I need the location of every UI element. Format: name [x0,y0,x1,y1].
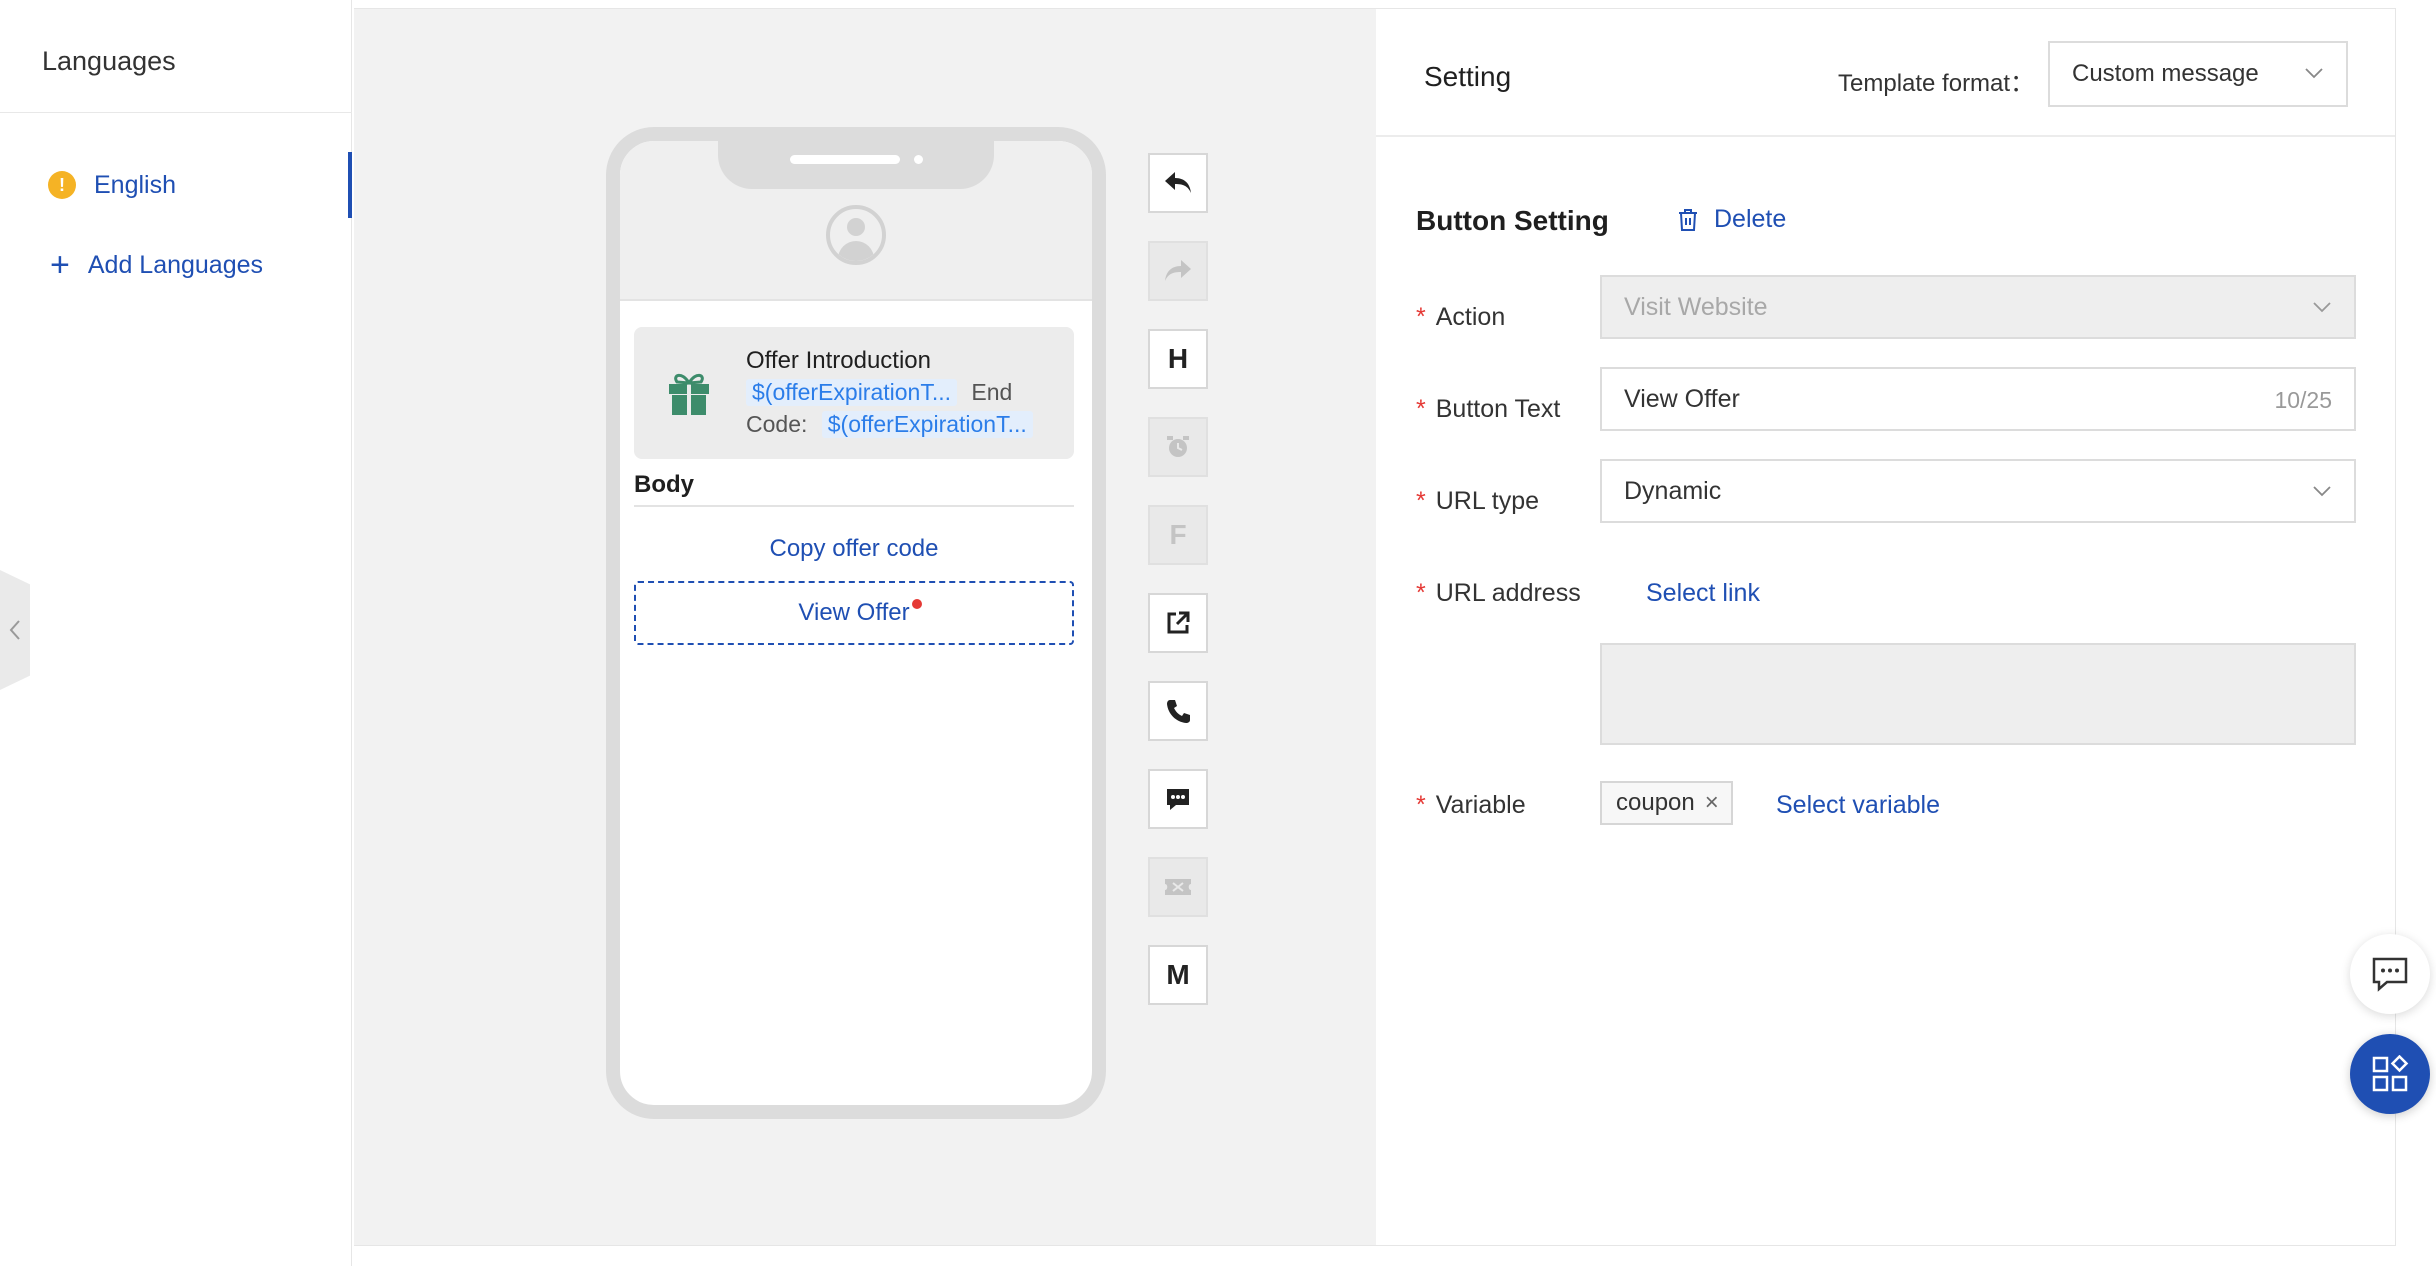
apps-icon [2372,1055,2409,1092]
plus-icon: + [50,246,70,284]
media-icon: M [1166,959,1190,990]
settings-header: Setting Template format： Custom message [1376,9,2395,137]
variable-chip: $(offerExpirationT... [746,379,958,406]
offer-title: Offer Introduction [746,347,931,374]
avatar-icon [826,205,886,265]
footer-button[interactable]: F [1148,505,1208,565]
variable-tag: coupon × [1600,781,1733,825]
chevron-down-icon [2305,68,2323,79]
coupon-button[interactable] [1148,857,1208,917]
offer-end-text: End [971,379,1013,405]
alarm-button[interactable] [1148,417,1208,477]
quick-reply-button[interactable] [1148,769,1208,829]
required-mark: * [1416,791,1426,819]
language-item-english[interactable]: ! English [0,152,352,218]
quick-reply-icon [1167,789,1189,810]
char-counter: 10/25 [2274,387,2332,413]
reply-icon [1165,172,1191,193]
variable-chip: $(offerExpirationT... [821,411,1033,438]
phone-header [620,141,1092,301]
error-dot [912,599,922,609]
url-type-value: Dynamic [1624,476,1722,505]
chevron-down-icon [2313,486,2331,497]
url-type-label: * URL type [1416,487,1540,515]
action-label: * Action [1416,303,1506,331]
external-link-icon [1167,611,1190,634]
offer-expiration-line: $(offerExpirationT... End [746,379,1012,406]
offer-card[interactable]: Offer Introduction $(offerExpirationT...… [634,327,1074,459]
collapse-panel-tab[interactable] [0,570,30,690]
button-text-label: * Button Text [1416,395,1561,423]
phone-mockup: Offer Introduction $(offerExpirationT...… [606,127,1106,1119]
languages-panel: Languages ! English + Add Languages [0,0,352,1266]
button-setting-title: Button Setting [1416,205,1609,236]
add-languages-button[interactable]: + Add Languages [50,248,263,282]
header-button[interactable]: H [1148,329,1208,389]
header-icon: H [1167,343,1189,374]
language-item-label: English [94,170,176,199]
forward-button[interactable] [1148,241,1208,301]
close-icon[interactable]: × [1705,789,1719,817]
delete-button[interactable]: Delete [1678,205,1786,234]
url-address-label: * URL address [1416,579,1581,607]
required-mark: * [1416,487,1426,515]
body-label: Body [634,471,694,498]
view-offer-label: View Offer [798,599,910,626]
apps-button[interactable] [2350,1034,2430,1114]
url-address-field[interactable] [1600,643,2356,745]
action-select[interactable]: Visit Website [1600,275,2356,339]
footer-icon: F [1169,519,1187,550]
button-text-value: View Offer [1624,384,1740,413]
required-mark: * [1416,579,1426,607]
required-mark: * [1416,303,1426,331]
select-variable-button[interactable]: Select variable [1776,791,1940,820]
view-offer-button[interactable]: View Offer [634,581,1074,645]
url-type-select[interactable]: Dynamic [1600,459,2356,523]
forward-icon [1165,260,1191,281]
offer-code-text: Code: [746,411,808,437]
select-link-button[interactable]: Select link [1646,579,1760,608]
trash-icon [1679,208,1697,231]
variable-label: * Variable [1416,791,1526,819]
settings-title: Setting [1424,61,1512,92]
required-mark: * [1416,395,1426,423]
phone-button[interactable] [1148,681,1208,741]
languages-divider [0,112,352,113]
warning-icon: ! [48,171,76,199]
copy-offer-code-button[interactable]: Copy offer code [634,529,1074,569]
coupon-icon [1165,879,1191,895]
chevron-left-icon [9,620,20,640]
reply-button[interactable] [1148,153,1208,213]
languages-title: Languages [42,46,176,76]
action-value: Visit Website [1624,292,1768,321]
template-format-label: Template format： [1838,70,2035,97]
body-divider [634,505,1074,507]
phone-icon [1167,700,1190,723]
template-format-select[interactable]: Custom message [2048,41,2348,107]
settings-panel: Setting Template format： Custom message … [1376,8,2396,1246]
external-link-button[interactable] [1148,593,1208,653]
offer-code-line: Code: $(offerExpirationT... [746,411,1033,438]
template-format-value: Custom message [2072,60,2259,87]
feedback-button[interactable] [2350,934,2430,1014]
template-preview-area: Offer Introduction $(offerExpirationT...… [354,8,1376,1246]
variable-tag-label: coupon [1616,789,1695,816]
chat-icon [2372,957,2408,992]
speaker-bar [790,155,900,164]
phone-notch [718,141,994,189]
button-text-input[interactable]: View Offer 10/25 [1600,367,2356,431]
gift-icon [669,373,709,415]
camera-dot [914,155,923,164]
add-languages-label: Add Languages [87,250,264,279]
alarm-icon [1167,436,1189,457]
delete-label: Delete [1714,205,1787,233]
chevron-down-icon [2313,302,2331,313]
media-button[interactable]: M [1148,945,1208,1005]
